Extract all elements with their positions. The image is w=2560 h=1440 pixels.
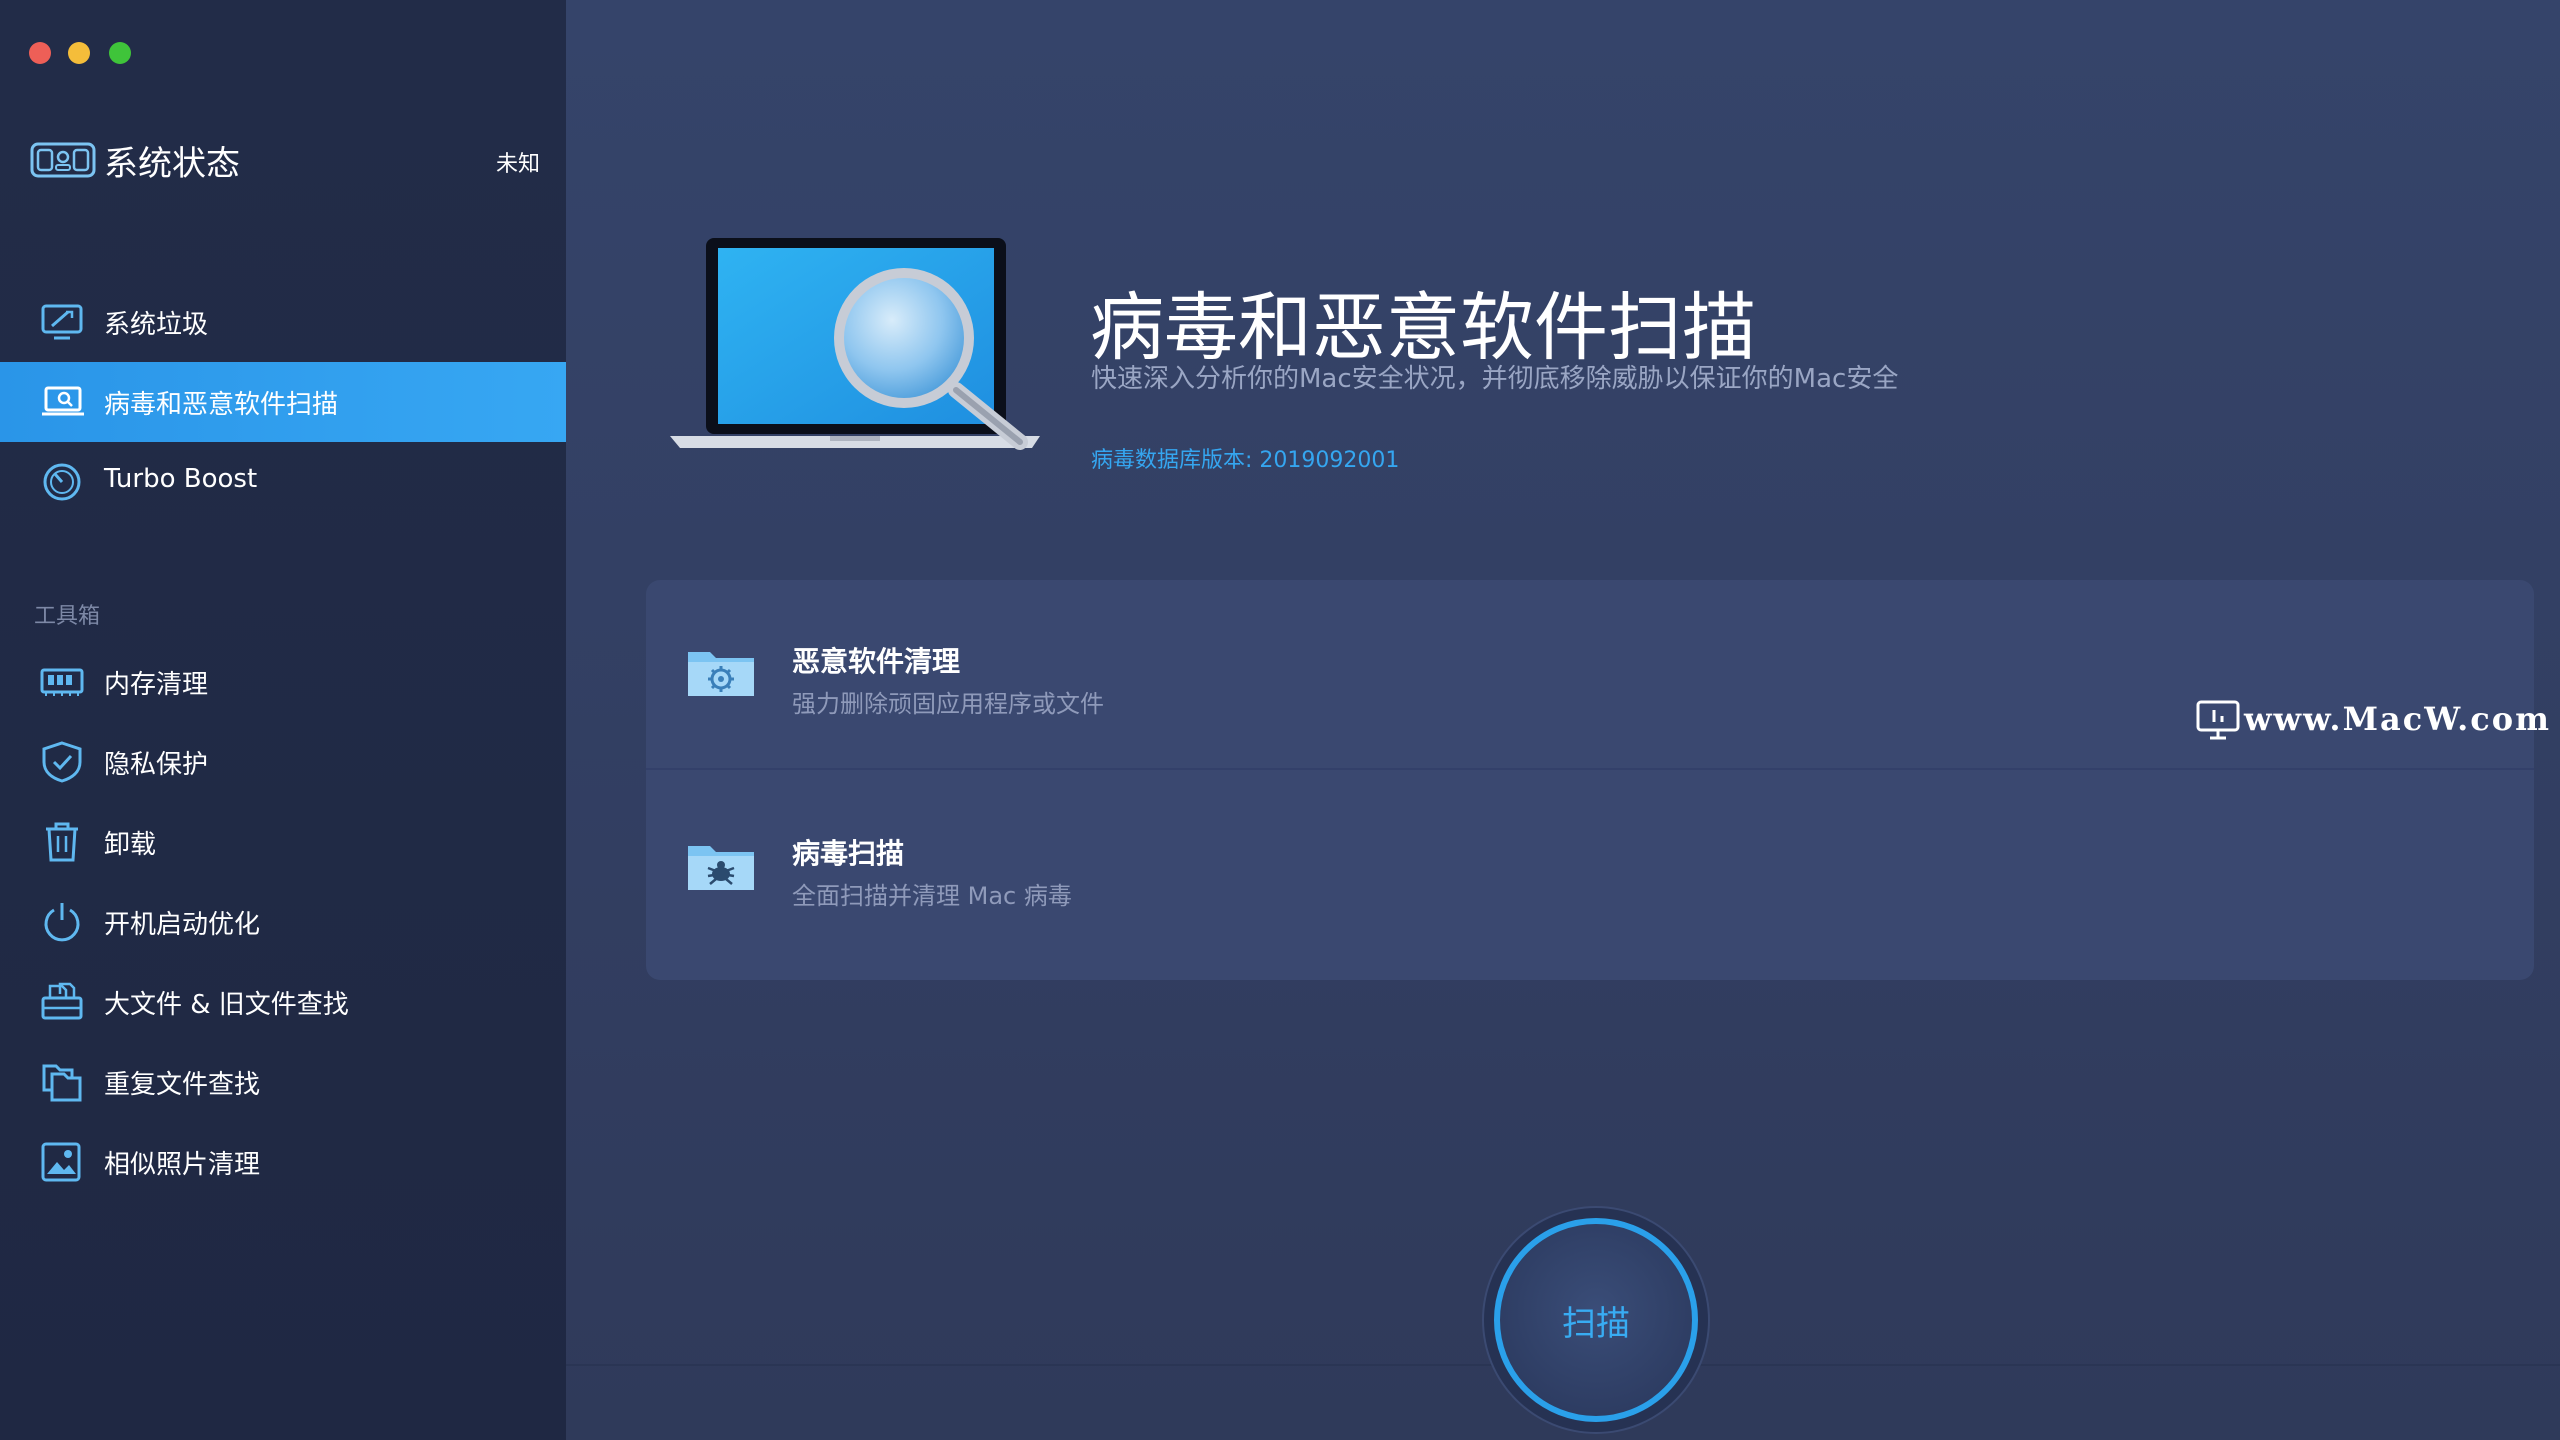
watermark-text: www.MacW.com xyxy=(2244,700,2551,738)
malware-clean-card[interactable]: 恶意软件清理 强力删除顽固应用程序或文件 xyxy=(646,580,2534,774)
photo-icon xyxy=(41,1142,81,1182)
page-subtitle: 快速深入分析你的Mac安全状况，并彻底移除威胁以保证你的Mac安全 xyxy=(1091,364,1899,394)
zoom-window-button[interactable] xyxy=(109,42,131,64)
monitor-clean-icon xyxy=(41,304,83,340)
folder-bug-icon xyxy=(688,846,754,890)
monitor-logo-icon xyxy=(2196,700,2240,740)
malware-clean-desc: 强力删除顽固应用程序或文件 xyxy=(792,690,1104,718)
memory-chip-icon xyxy=(40,668,84,696)
speed-gauge-icon xyxy=(43,463,81,501)
sidebar-item-large-files[interactable]: 大文件 & 旧文件查找 xyxy=(0,962,566,1042)
virus-scan-desc: 全面扫描并清理 Mac 病毒 xyxy=(792,882,1072,910)
folder-gear-icon xyxy=(688,652,754,696)
sidebar-item-uninstall[interactable]: 卸载 xyxy=(0,802,566,882)
scan-button[interactable]: 扫描 xyxy=(1494,1218,1698,1422)
sidebar-item-label: 系统垃圾 xyxy=(104,310,209,340)
sidebar: 系统状态 未知 系统垃圾 病毒和恶意软件扫描 Turbo Boost 工具箱 内… xyxy=(0,0,566,1440)
file-box-icon xyxy=(41,982,83,1020)
sidebar-item-duplicates[interactable]: 重复文件查找 xyxy=(0,1042,566,1122)
sidebar-item-label: 隐私保护 xyxy=(104,750,209,780)
sidebar-item-label: 内存清理 xyxy=(104,670,209,700)
sidebar-item-privacy[interactable]: 隐私保护 xyxy=(0,722,566,802)
minimize-window-button[interactable] xyxy=(68,42,90,64)
malware-clean-title: 恶意软件清理 xyxy=(792,645,961,678)
sidebar-item-label: 大文件 & 旧文件查找 xyxy=(104,990,349,1020)
close-window-button[interactable] xyxy=(29,42,51,64)
laptop-search-icon xyxy=(42,386,84,416)
sidebar-item-label: 开机启动优化 xyxy=(104,910,261,940)
system-status-value: 未知 xyxy=(495,152,540,177)
power-icon xyxy=(44,903,80,942)
app-window: 系统状态 未知 系统垃圾 病毒和恶意软件扫描 Turbo Boost 工具箱 内… xyxy=(0,0,2560,1440)
virus-scan-title: 病毒扫描 xyxy=(792,837,905,870)
trash-icon xyxy=(46,822,78,862)
shield-check-icon xyxy=(42,741,82,783)
system-status-row[interactable]: 系统状态 未知 xyxy=(30,130,540,190)
sidebar-item-label: 卸载 xyxy=(104,830,157,860)
watermark: www.MacW.com xyxy=(2190,696,2560,744)
sidebar-item-label: Turbo Boost xyxy=(104,464,258,494)
sidebar-item-similar-photos[interactable]: 相似照片清理 xyxy=(0,1122,566,1202)
toolbox-section-header: 工具箱 xyxy=(34,604,101,629)
laptop-magnifier-illustration xyxy=(670,238,1040,450)
scan-button-dock: 扫描 xyxy=(1450,1186,1730,1440)
virus-db-version: 病毒数据库版本: 2019092001 xyxy=(1091,448,1400,473)
virus-scan-card[interactable]: 病毒扫描 全面扫描并清理 Mac 病毒 xyxy=(646,770,2534,964)
sidebar-item-label: 病毒和恶意软件扫描 xyxy=(104,390,339,420)
system-status-icon xyxy=(30,142,96,178)
scan-button-label: 扫描 xyxy=(1562,1303,1630,1344)
system-status-title: 系统状态 xyxy=(104,144,240,184)
duplicate-folder-icon xyxy=(42,1064,82,1102)
sidebar-item-system-junk[interactable]: 系统垃圾 xyxy=(0,282,566,362)
sidebar-item-memory-clean[interactable]: 内存清理 xyxy=(0,642,566,722)
sidebar-item-startup[interactable]: 开机启动优化 xyxy=(0,882,566,962)
sidebar-item-turbo-boost[interactable]: Turbo Boost xyxy=(0,442,566,522)
sidebar-item-label: 重复文件查找 xyxy=(104,1070,261,1100)
sidebar-item-virus-scan[interactable]: 病毒和恶意软件扫描 xyxy=(0,362,566,442)
sidebar-item-label: 相似照片清理 xyxy=(104,1150,261,1180)
scan-options-panel: 恶意软件清理 强力删除顽固应用程序或文件 病毒扫描 全面扫描并清理 Mac 病毒 xyxy=(646,580,2534,980)
